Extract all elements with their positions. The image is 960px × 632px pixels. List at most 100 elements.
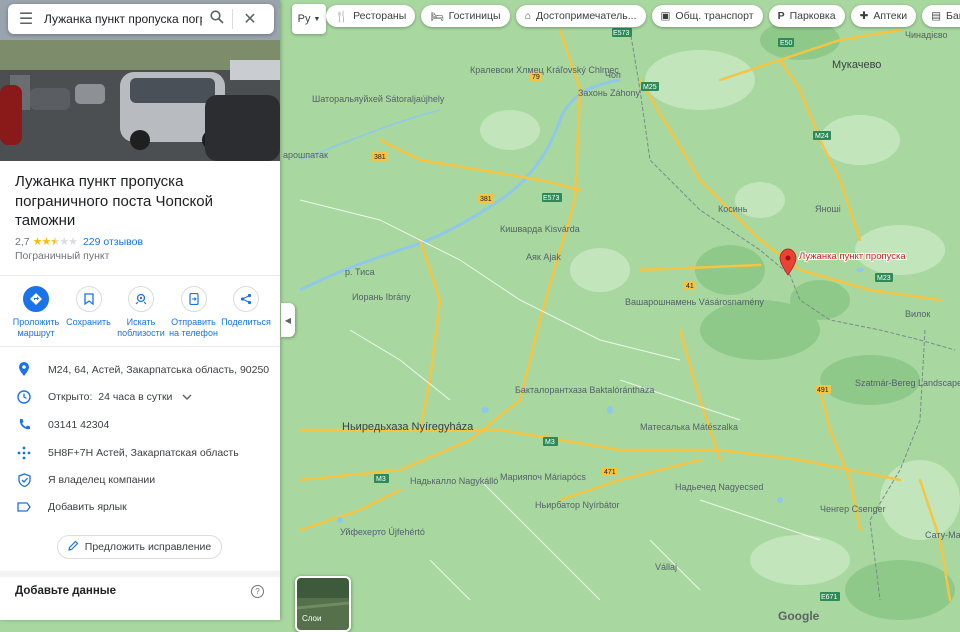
svg-text:Аяк Ajak: Аяк Ajak — [526, 252, 561, 262]
svg-text:Марияпоч Máriapócs: Марияпоч Máriapócs — [500, 472, 586, 482]
transit-icon: ▣ — [660, 10, 671, 22]
language-selector[interactable]: Ру ▼ — [292, 4, 326, 34]
place-category[interactable]: Пограничный пункт — [15, 250, 109, 262]
address-row[interactable]: M24, 64, Астей, Закарпатська область, 90… — [15, 362, 269, 377]
search-box[interactable]: ☰ ✕ — [8, 4, 274, 34]
directions-button[interactable]: Проложить маршрут — [10, 286, 62, 339]
chip-restaurants[interactable]: 🍴 Рестораны — [326, 5, 416, 27]
svg-text:Вилок: Вилок — [905, 309, 930, 319]
divider — [0, 275, 280, 276]
svg-text:471: 471 — [604, 469, 616, 476]
chip-attractions[interactable]: ⌂ Достопримечатель... — [515, 5, 646, 27]
address-text: M24, 64, Астей, Закарпатська область, 90… — [48, 363, 270, 376]
directions-icon — [23, 286, 49, 312]
svg-text:491: 491 — [817, 387, 829, 394]
marker-label[interactable]: Лужанка пункт пропуска — [798, 250, 907, 263]
share-button[interactable]: Поделиться — [220, 286, 272, 339]
phone-row[interactable]: 03141 42304 — [15, 418, 109, 431]
svg-text:E671: E671 — [821, 594, 837, 601]
svg-text:Кралевски Хлмец Kráľovský Chlm: Кралевски Хлмец Kráľovský Chlmec — [470, 65, 619, 75]
svg-text:41: 41 — [686, 283, 694, 290]
svg-text:Кишварда Kisvárda: Кишварда Kisvárda — [500, 224, 580, 234]
add-label-text: Добавить ярлык — [48, 501, 127, 513]
search-icon[interactable] — [202, 9, 232, 29]
layers-label: Слои — [302, 614, 322, 623]
bookmark-icon — [75, 286, 102, 312]
svg-text:381: 381 — [480, 196, 492, 203]
chip-transit[interactable]: ▣ Общ. транспорт — [651, 5, 763, 27]
help-icon[interactable]: ? — [251, 585, 264, 598]
hotel-icon: 🛏 — [430, 10, 444, 23]
attraction-icon: ⌂ — [524, 10, 531, 22]
share-icon — [233, 286, 259, 312]
parking-icon: P — [777, 10, 785, 22]
phone-text: 03141 42304 — [48, 418, 110, 431]
pencil-icon — [68, 540, 79, 554]
svg-text:Ньиредьхаза Nyíregyháza: Ньиредьхаза Nyíregyháza — [342, 421, 474, 433]
chip-label: Банком — [946, 10, 960, 22]
svg-text:381: 381 — [374, 154, 386, 161]
pluscode-row[interactable]: 5H8F+7H Астей, Закарпатская область — [15, 446, 239, 460]
action-buttons: Проложить маршрут Сохранить Искать побли… — [10, 286, 272, 339]
search-input[interactable] — [44, 12, 202, 26]
action-label: Проложить маршрут — [12, 317, 60, 338]
chip-parking[interactable]: P Парковка — [768, 5, 845, 27]
location-pin-icon — [15, 362, 33, 377]
chip-pharmacy[interactable]: ✚ Аптеки — [850, 5, 917, 27]
restaurant-icon: 🍴 — [335, 10, 349, 23]
nearby-button[interactable]: Искать поблизости — [115, 286, 167, 339]
svg-text:Vállaj: Vállaj — [655, 562, 677, 572]
svg-text:Шаторальяуйхей Sátoraljaújhely: Шаторальяуйхей Sátoraljaújhely — [312, 94, 445, 104]
save-button[interactable]: Сохранить — [63, 286, 115, 339]
svg-text:E573: E573 — [543, 195, 559, 202]
atm-icon: ▤ — [931, 10, 942, 22]
google-logo: Google — [778, 609, 820, 623]
chip-atm[interactable]: ▤ Банком — [922, 5, 960, 27]
close-icon[interactable]: ✕ — [233, 9, 267, 29]
action-label: Отправить на телефон — [169, 317, 218, 338]
svg-text:E573: E573 — [613, 30, 629, 37]
hours-text: Открыто: 24 часа в сутки — [48, 391, 173, 403]
section-divider — [0, 571, 280, 577]
divider — [0, 346, 280, 347]
hours-row[interactable]: Открыто: 24 часа в сутки — [15, 390, 192, 404]
chip-label: Парковка — [789, 10, 836, 22]
add-label-row[interactable]: Добавить ярлык — [15, 501, 127, 513]
action-label: Поделиться — [221, 317, 271, 327]
chevron-left-icon: ◀ — [284, 315, 292, 325]
svg-text:Szatmár-Bereg Landscape Protec: Szatmár-Bereg Landscape Protection Area — [855, 378, 960, 388]
svg-text:Надьечед Nagyecsed: Надьечед Nagyecsed — [675, 482, 763, 492]
rating-row: 2,7 ★★★★★★ 229 отзывов — [15, 235, 143, 249]
page-title: Лужанка пункт пропуска пограничного пост… — [15, 173, 213, 229]
nearby-icon — [128, 286, 154, 312]
svg-text:Косинь: Косинь — [718, 204, 748, 214]
svg-text:Захонь Záhony: Захонь Záhony — [578, 88, 641, 98]
action-label: Искать поблизости — [117, 317, 165, 338]
marker-dot — [785, 255, 791, 261]
svg-text:арошпатак: арошпатак — [283, 150, 328, 160]
reviews-link[interactable]: 229 отзывов — [83, 236, 143, 248]
clock-icon — [15, 390, 33, 404]
suggest-edit-label: Предложить исправление — [84, 541, 212, 553]
pluscode-text: 5H8F+7H Астей, Закарпатская область — [48, 447, 239, 459]
claim-business-row[interactable]: Я владелец компании — [15, 473, 155, 487]
chip-hotels[interactable]: 🛏 Гостиницы — [421, 5, 510, 27]
svg-text:Вашарошнамень Vásárosnamény: Вашарошнамень Vásárosnamény — [625, 297, 764, 307]
phone-icon — [15, 418, 33, 431]
add-data-heading: Добавьте данные — [15, 585, 117, 597]
send-to-phone-button[interactable]: Отправить на телефон — [168, 286, 220, 339]
suggest-edit-button[interactable]: Предложить исправление — [57, 535, 222, 559]
layers-button[interactable]: Слои — [295, 576, 351, 632]
svg-text:M3: M3 — [376, 476, 386, 483]
menu-icon[interactable]: ☰ — [8, 9, 44, 29]
category-chips: 🍴 Рестораны 🛏 Гостиницы ⌂ Достопримечатель.… — [326, 5, 960, 31]
claim-business-text: Я владелец компании — [48, 474, 156, 486]
chip-label: Достопримечатель... — [535, 10, 637, 22]
chip-label: Гостиницы — [448, 10, 501, 22]
collapse-panel-button[interactable]: ◀ — [281, 303, 295, 337]
caret-down-icon: ▼ — [313, 15, 321, 23]
chevron-down-icon[interactable] — [182, 391, 192, 403]
svg-text:Ченгер Csenger: Ченгер Csenger — [820, 504, 886, 514]
rating-stars-icon: ★★★★★★ — [32, 236, 78, 248]
svg-text:Яноші: Яноші — [815, 204, 841, 214]
